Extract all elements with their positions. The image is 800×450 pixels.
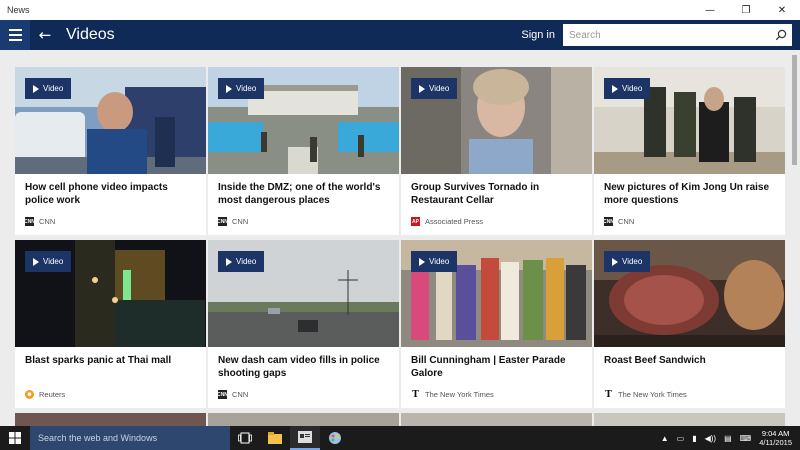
nyt-logo-icon: T xyxy=(411,389,420,400)
file-explorer-icon[interactable] xyxy=(260,426,290,450)
video-headline[interactable]: New pictures of Kim Jong Un raise more q… xyxy=(604,181,776,207)
video-thumbnail[interactable]: Video xyxy=(15,240,206,347)
news-app-icon[interactable] xyxy=(290,426,320,450)
video-source: AP Associated Press xyxy=(411,217,483,226)
hamburger-menu-icon[interactable] xyxy=(0,20,30,50)
play-icon xyxy=(33,84,39,93)
play-icon xyxy=(419,84,425,93)
search-icon[interactable] xyxy=(770,29,792,41)
play-icon xyxy=(612,84,618,93)
video-source: CNN CNN xyxy=(24,217,56,226)
play-icon xyxy=(226,257,232,266)
task-view-icon[interactable] xyxy=(230,426,260,450)
paint-app-icon[interactable] xyxy=(320,426,350,450)
play-icon xyxy=(419,257,425,266)
video-grid: Video How cell phone video impacts polic… xyxy=(0,50,800,426)
notification-icon[interactable]: ▤ xyxy=(724,434,732,443)
video-thumbnail[interactable] xyxy=(401,413,592,426)
video-headline[interactable]: Roast Beef Sandwich xyxy=(604,354,776,367)
video-source: CNN CNN xyxy=(603,217,635,226)
video-source: T The New York Times xyxy=(604,389,687,400)
video-badge: Video xyxy=(411,78,458,99)
play-icon xyxy=(612,257,618,266)
volume-icon[interactable]: ◀)) xyxy=(705,434,716,443)
page-title: Videos xyxy=(66,26,115,43)
play-icon xyxy=(226,84,232,93)
search-box[interactable] xyxy=(563,24,792,46)
video-card-partial[interactable] xyxy=(594,413,785,426)
keyboard-icon[interactable]: ⌨ xyxy=(740,434,752,443)
video-thumbnail[interactable] xyxy=(15,413,206,426)
video-thumbnail[interactable]: Video xyxy=(208,240,399,347)
cnn-logo-icon: CNN xyxy=(24,217,35,226)
wifi-icon[interactable]: ▮ xyxy=(692,434,696,443)
minimize-button[interactable]: — xyxy=(692,0,728,20)
video-headline[interactable]: Inside the DMZ; one of the world's most … xyxy=(218,181,390,207)
video-card-partial[interactable] xyxy=(401,413,592,426)
nyt-logo-icon: T xyxy=(604,389,613,400)
battery-icon[interactable]: ▭ xyxy=(677,434,685,443)
start-button[interactable] xyxy=(0,426,30,450)
video-card[interactable]: Video New pictures of Kim Jong Un raise … xyxy=(594,67,785,235)
video-thumbnail[interactable]: Video xyxy=(15,67,206,174)
video-badge: Video xyxy=(218,251,265,272)
close-button[interactable]: ✕ xyxy=(764,0,800,20)
video-source: CNN CNN xyxy=(217,217,249,226)
ap-logo-icon: AP xyxy=(411,217,420,226)
video-thumbnail[interactable]: Video xyxy=(401,240,592,347)
search-input[interactable] xyxy=(569,29,770,41)
video-thumbnail[interactable]: Video xyxy=(401,67,592,174)
chevron-up-icon[interactable]: ▲ xyxy=(661,434,669,443)
video-thumbnail[interactable]: Video xyxy=(594,240,785,347)
video-thumbnail[interactable] xyxy=(594,413,785,426)
video-card[interactable]: Video Inside the DMZ; one of the world's… xyxy=(208,67,399,235)
app-header: ← Videos Sign in xyxy=(0,20,800,50)
video-badge: Video xyxy=(218,78,265,99)
video-card[interactable]: Video Roast Beef Sandwich T The New York… xyxy=(594,240,785,408)
clock[interactable]: 9:04 AM 4/11/2015 xyxy=(759,429,792,447)
video-card-partial[interactable] xyxy=(15,413,206,426)
video-headline[interactable]: How cell phone video impacts police work xyxy=(25,181,197,207)
back-arrow-icon[interactable]: ← xyxy=(30,20,60,50)
video-thumbnail[interactable]: Video xyxy=(594,67,785,174)
taskbar-search-box[interactable]: Search the web and Windows xyxy=(30,426,230,450)
cnn-logo-icon: CNN xyxy=(217,217,228,226)
windows-logo-icon xyxy=(9,432,21,444)
reuters-logo-icon: ✺ xyxy=(25,390,34,399)
vertical-scrollbar[interactable] xyxy=(792,55,797,165)
video-card[interactable]: Video How cell phone video impacts polic… xyxy=(15,67,206,235)
video-card-partial[interactable] xyxy=(208,413,399,426)
video-card[interactable]: Video Group Survives Tornado in Restaura… xyxy=(401,67,592,235)
video-badge: Video xyxy=(604,78,651,99)
windows-taskbar: Search the web and Windows ▲ ▭ ▮ ◀)) ▤ ⌨… xyxy=(0,426,800,450)
video-source: T The New York Times xyxy=(411,389,494,400)
video-thumbnail[interactable] xyxy=(208,413,399,426)
sign-in-link[interactable]: Sign in xyxy=(521,29,555,41)
maximize-button[interactable]: ❐ xyxy=(728,0,764,20)
system-tray: ▲ ▭ ▮ ◀)) ▤ ⌨ 9:04 AM 4/11/2015 xyxy=(661,429,800,447)
video-badge: Video xyxy=(25,251,72,272)
video-card[interactable]: Video Bill Cunningham | Easter Parade Ga… xyxy=(401,240,592,408)
video-thumbnail[interactable]: Video xyxy=(208,67,399,174)
cnn-logo-icon: CNN xyxy=(603,217,614,226)
video-badge: Video xyxy=(411,251,458,272)
window-title: News xyxy=(7,5,30,15)
video-card[interactable]: Video Blast sparks panic at Thai mall ✺ … xyxy=(15,240,206,408)
video-source: CNN CNN xyxy=(217,390,249,399)
play-icon xyxy=(33,257,39,266)
video-badge: Video xyxy=(25,78,72,99)
video-badge: Video xyxy=(604,251,651,272)
video-headline[interactable]: Blast sparks panic at Thai mall xyxy=(25,354,197,367)
video-source: ✺ Reuters xyxy=(25,390,65,399)
window-titlebar: News — ❐ ✕ xyxy=(0,0,800,20)
video-headline[interactable]: Bill Cunningham | Easter Parade Galore xyxy=(411,354,583,380)
video-headline[interactable]: Group Survives Tornado in Restaurant Cel… xyxy=(411,181,583,207)
video-card[interactable]: Video New dash cam video fills in police… xyxy=(208,240,399,408)
video-headline[interactable]: New dash cam video fills in police shoot… xyxy=(218,354,390,380)
cnn-logo-icon: CNN xyxy=(217,390,228,399)
